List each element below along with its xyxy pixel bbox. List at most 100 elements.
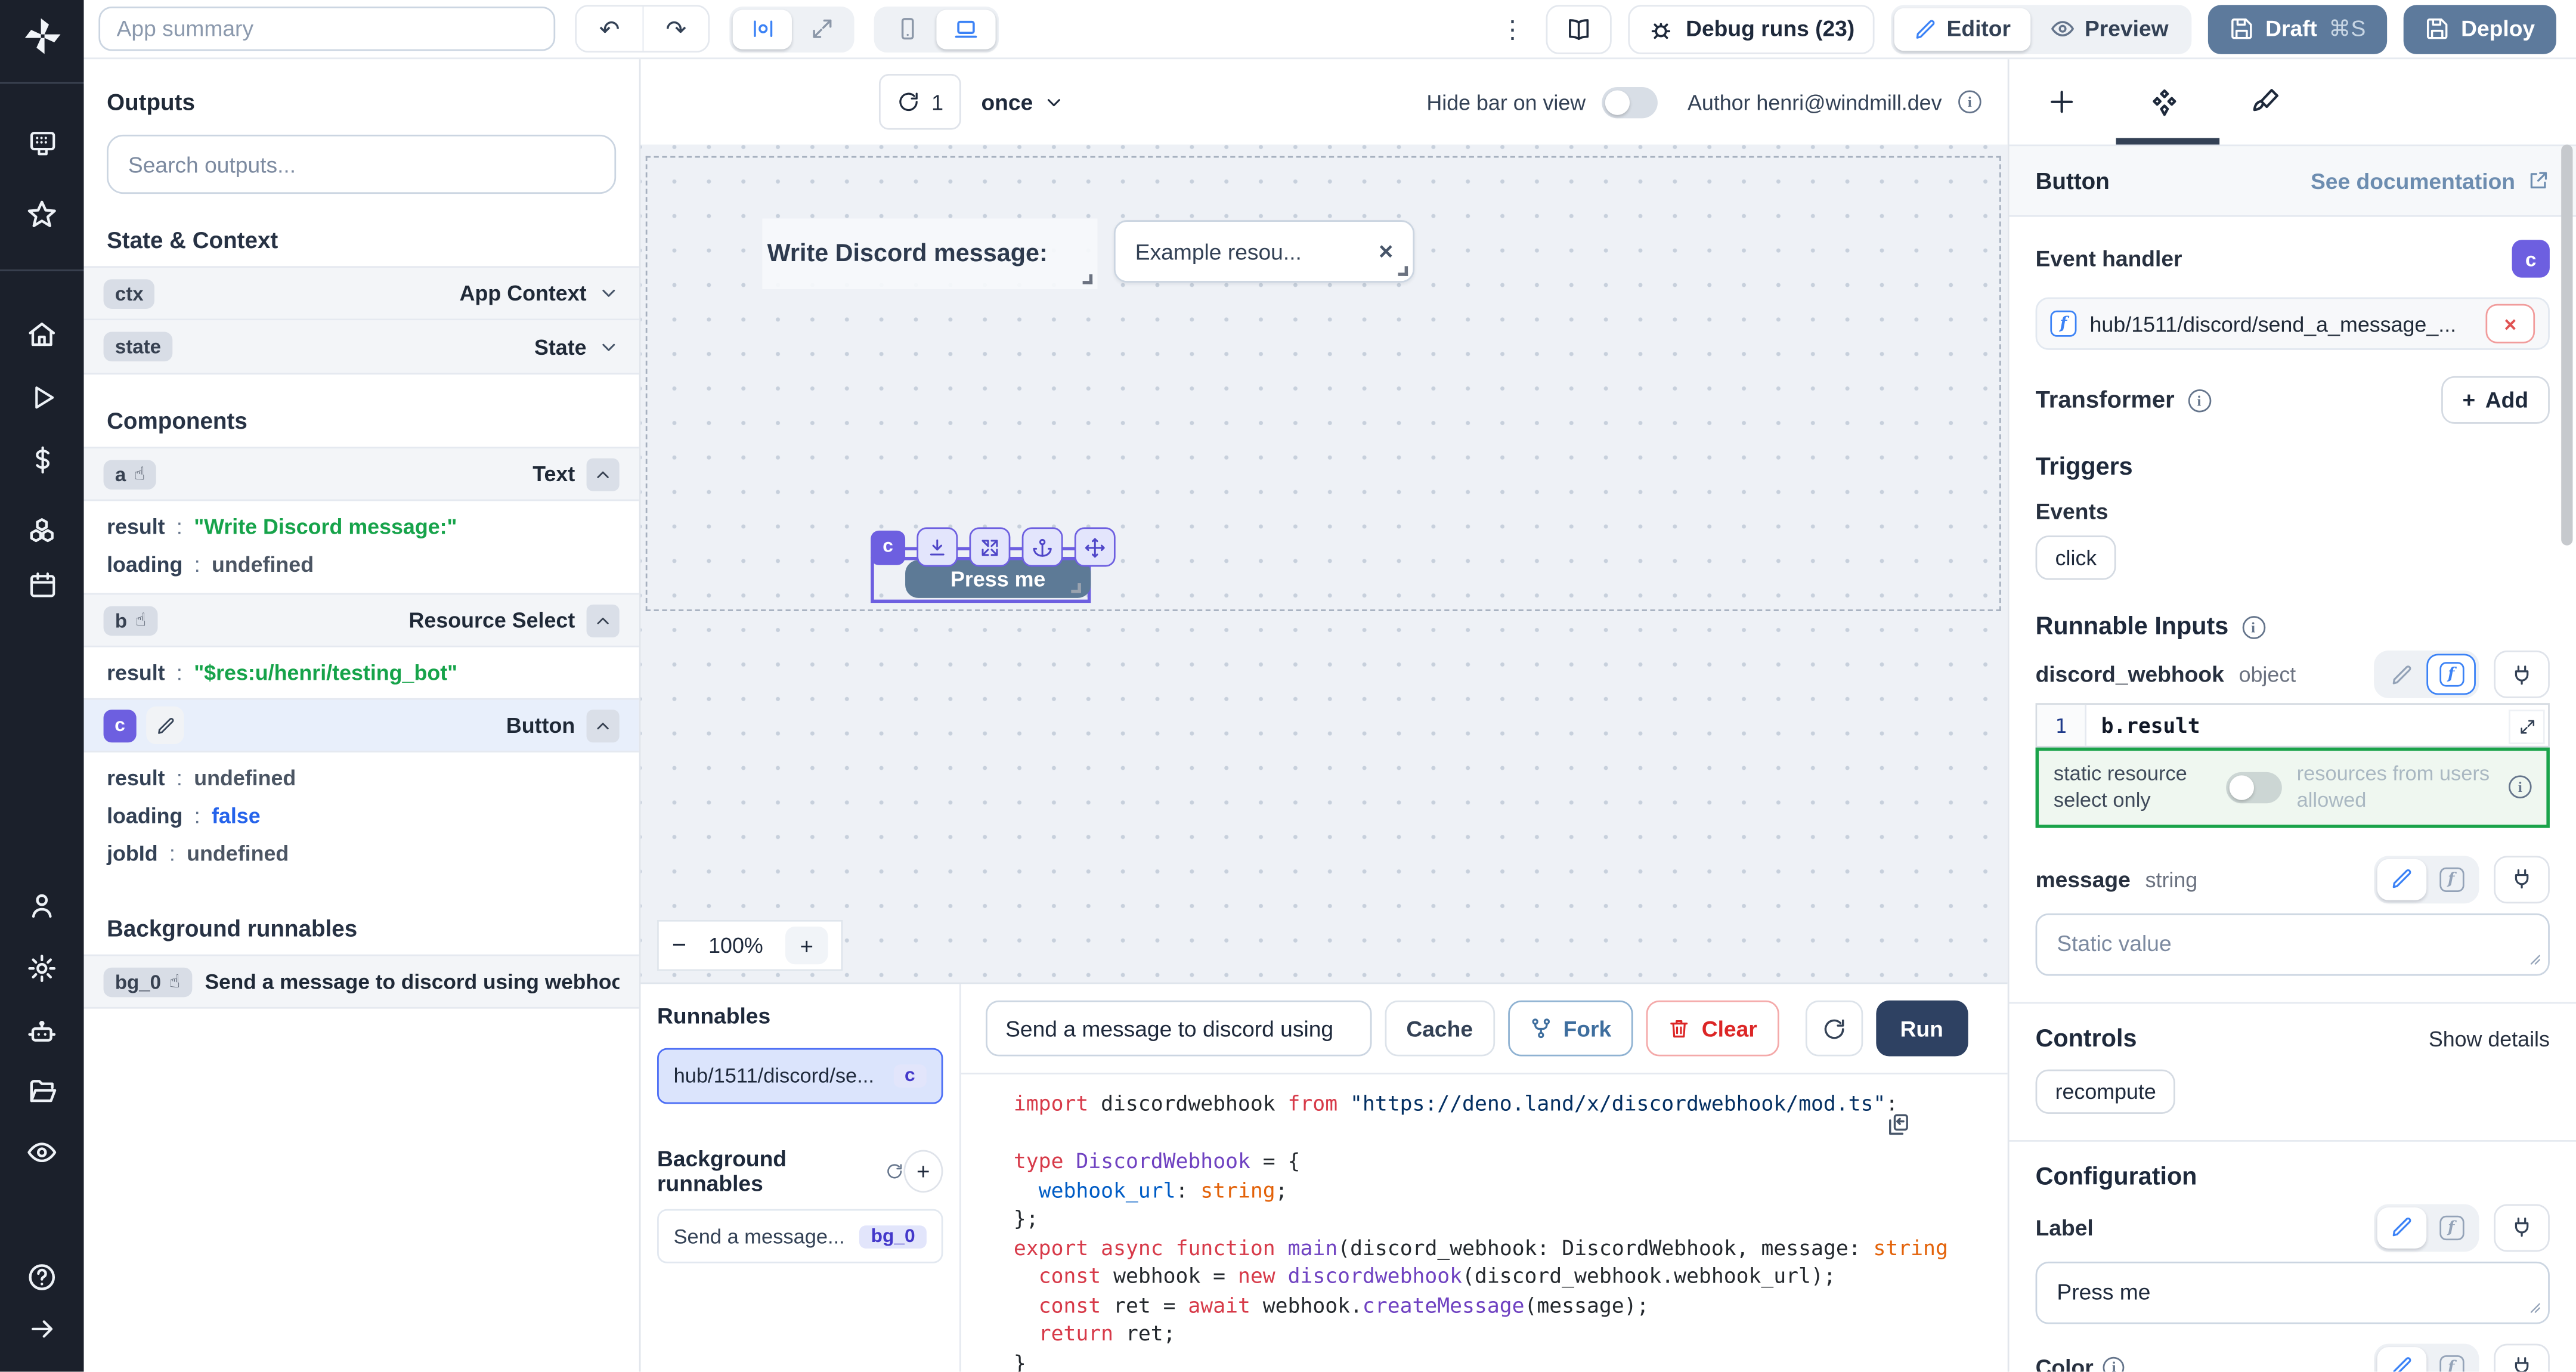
- undo-button[interactable]: ↶: [577, 7, 642, 51]
- debug-runs-button[interactable]: Debug runs (23): [1628, 4, 1875, 54]
- info-icon[interactable]: i: [2188, 389, 2211, 412]
- component-row-a[interactable]: a☝ Text: [84, 447, 639, 501]
- resize-handle[interactable]: [1398, 266, 1408, 276]
- static-pencil-icon[interactable]: [2377, 1346, 2427, 1372]
- plug-icon[interactable]: [2494, 1343, 2550, 1371]
- edit-pencil-icon[interactable]: [146, 707, 184, 744]
- search-outputs-input[interactable]: [107, 135, 616, 194]
- info-icon[interactable]: i: [2241, 615, 2265, 639]
- help-icon[interactable]: [0, 1262, 84, 1293]
- resize-handle[interactable]: [1083, 274, 1093, 284]
- component-row-c-selected[interactable]: c Button: [84, 698, 639, 752]
- static-pencil-icon[interactable]: [2377, 859, 2427, 900]
- mobile-icon[interactable]: [877, 9, 936, 48]
- apps-icon[interactable]: [0, 128, 84, 158]
- resources-boxes-icon[interactable]: [0, 516, 84, 547]
- clear-selection-icon[interactable]: ×: [1379, 237, 1393, 265]
- run-button[interactable]: Run: [1875, 1001, 1968, 1057]
- show-details-link[interactable]: Show details: [2429, 1026, 2550, 1051]
- docs-book-button[interactable]: [1546, 4, 1612, 54]
- run-mode-dropdown[interactable]: once: [981, 89, 1064, 114]
- cache-button[interactable]: Cache: [1385, 1001, 1494, 1057]
- output-row-state[interactable]: state State: [84, 320, 639, 374]
- plug-icon[interactable]: [2494, 1203, 2550, 1251]
- connect-function-icon[interactable]: f: [2426, 654, 2476, 695]
- recompute-chip[interactable]: recompute: [2036, 1069, 2176, 1113]
- favorites-star-icon[interactable]: [0, 199, 84, 230]
- user-icon[interactable]: [0, 890, 84, 921]
- windmill-logo[interactable]: [0, 15, 84, 58]
- label-value-input[interactable]: [2036, 1261, 2550, 1324]
- tab-editor[interactable]: Editor: [1894, 7, 2030, 50]
- fullscreen-icon[interactable]: [792, 9, 851, 48]
- connected-expression-editor[interactable]: 1 b.result: [2036, 703, 2550, 747]
- runnable-picker[interactable]: f hub/1511/discord/send_a_message_... ×: [2036, 298, 2550, 350]
- arrow-down-to-line-icon[interactable]: [917, 527, 958, 566]
- draft-button[interactable]: Draft⌘S: [2208, 4, 2387, 54]
- add-background-runnable-button[interactable]: +: [903, 1150, 943, 1193]
- workers-robot-icon[interactable]: [0, 1017, 84, 1048]
- schedules-calendar-icon[interactable]: [0, 570, 84, 600]
- clear-button[interactable]: Clear: [1646, 1001, 1779, 1057]
- app-canvas[interactable]: Write Discord message: Example resou... …: [640, 144, 2007, 982]
- runnable-name-input[interactable]: [986, 1001, 1371, 1057]
- redo-button[interactable]: ↷: [642, 7, 708, 51]
- move-icon[interactable]: [1075, 527, 1116, 566]
- connect-function-icon[interactable]: f: [2426, 859, 2476, 900]
- component-b-badge[interactable]: b☝: [104, 605, 158, 635]
- resource-select-component[interactable]: Example resou... ×: [1114, 220, 1414, 283]
- more-menu-icon[interactable]: ⋮: [1496, 14, 1530, 44]
- connect-function-icon[interactable]: f: [2426, 1346, 2476, 1372]
- center-layout-toggle[interactable]: [733, 9, 792, 48]
- variables-dollar-icon[interactable]: [0, 445, 84, 475]
- chevron-down-icon[interactable]: [598, 283, 620, 304]
- refresh-count-button[interactable]: 1: [879, 74, 961, 130]
- info-icon[interactable]: i: [2103, 1356, 2125, 1371]
- message-static-value-input[interactable]: [2036, 912, 2550, 975]
- resources-from-users-toggle[interactable]: [2226, 772, 2282, 803]
- app-summary-input[interactable]: [98, 7, 555, 51]
- home-icon[interactable]: [0, 318, 84, 349]
- info-icon[interactable]: i: [1958, 91, 1981, 114]
- resize-grip-icon[interactable]: [2525, 1297, 2542, 1314]
- info-icon[interactable]: i: [2509, 776, 2532, 799]
- folders-icon[interactable]: [0, 1076, 84, 1107]
- code-editor[interactable]: import discordwebhook from "https://deno…: [961, 1073, 2008, 1371]
- scrollbar-thumb[interactable]: [2561, 144, 2572, 545]
- collapse-chevron-up-icon[interactable]: [587, 457, 620, 490]
- chevron-down-icon[interactable]: [598, 336, 620, 357]
- refresh-button[interactable]: [1805, 1001, 1862, 1057]
- connect-function-icon[interactable]: f: [2426, 1207, 2476, 1248]
- resize-grip-icon[interactable]: [2525, 949, 2542, 965]
- tab-preview[interactable]: Preview: [2030, 7, 2188, 50]
- output-row-ctx[interactable]: ctx App Context: [84, 266, 639, 320]
- plug-icon[interactable]: [2494, 651, 2550, 698]
- tab-styling-brush-icon[interactable]: [2243, 69, 2289, 135]
- collapse-chevron-up-icon[interactable]: [587, 603, 620, 636]
- bg-runnable-item[interactable]: Send a message... bg_0: [657, 1209, 943, 1263]
- event-click-chip[interactable]: click: [2036, 535, 2117, 580]
- anchor-icon[interactable]: [1022, 527, 1063, 566]
- desktop-icon[interactable]: [936, 9, 995, 48]
- maximize-icon[interactable]: [970, 527, 1011, 566]
- component-row-b[interactable]: b☝ Resource Select: [84, 593, 639, 648]
- collapse-chevron-up-icon[interactable]: [587, 709, 620, 742]
- bg0-badge[interactable]: bg_0☝: [104, 967, 192, 996]
- fork-button[interactable]: Fork: [1507, 1001, 1633, 1057]
- settings-gear-icon[interactable]: [0, 953, 84, 984]
- see-documentation-link[interactable]: See documentation: [2311, 168, 2550, 193]
- static-pencil-icon[interactable]: [2377, 1207, 2427, 1248]
- background-runnable-row[interactable]: bg_0☝ Send a message to discord using we…: [84, 955, 639, 1009]
- collapse-arrow-icon[interactable]: [0, 1314, 84, 1344]
- expand-editor-icon[interactable]: [2509, 710, 2545, 744]
- runs-play-icon[interactable]: [0, 383, 84, 413]
- tab-insert-plus-icon[interactable]: [2039, 69, 2085, 135]
- component-a-badge[interactable]: a☝: [104, 459, 157, 489]
- tab-settings-component-icon[interactable]: [2141, 69, 2187, 135]
- zoom-out-button[interactable]: −: [672, 931, 686, 959]
- add-transformer-button[interactable]: +Add: [2441, 376, 2550, 424]
- remove-runnable-button[interactable]: ×: [2485, 304, 2535, 343]
- runnable-item-selected[interactable]: hub/1511/discord/se... c: [657, 1048, 943, 1104]
- text-component[interactable]: Write Discord message:: [762, 218, 1097, 289]
- hide-bar-toggle[interactable]: [1602, 86, 1658, 117]
